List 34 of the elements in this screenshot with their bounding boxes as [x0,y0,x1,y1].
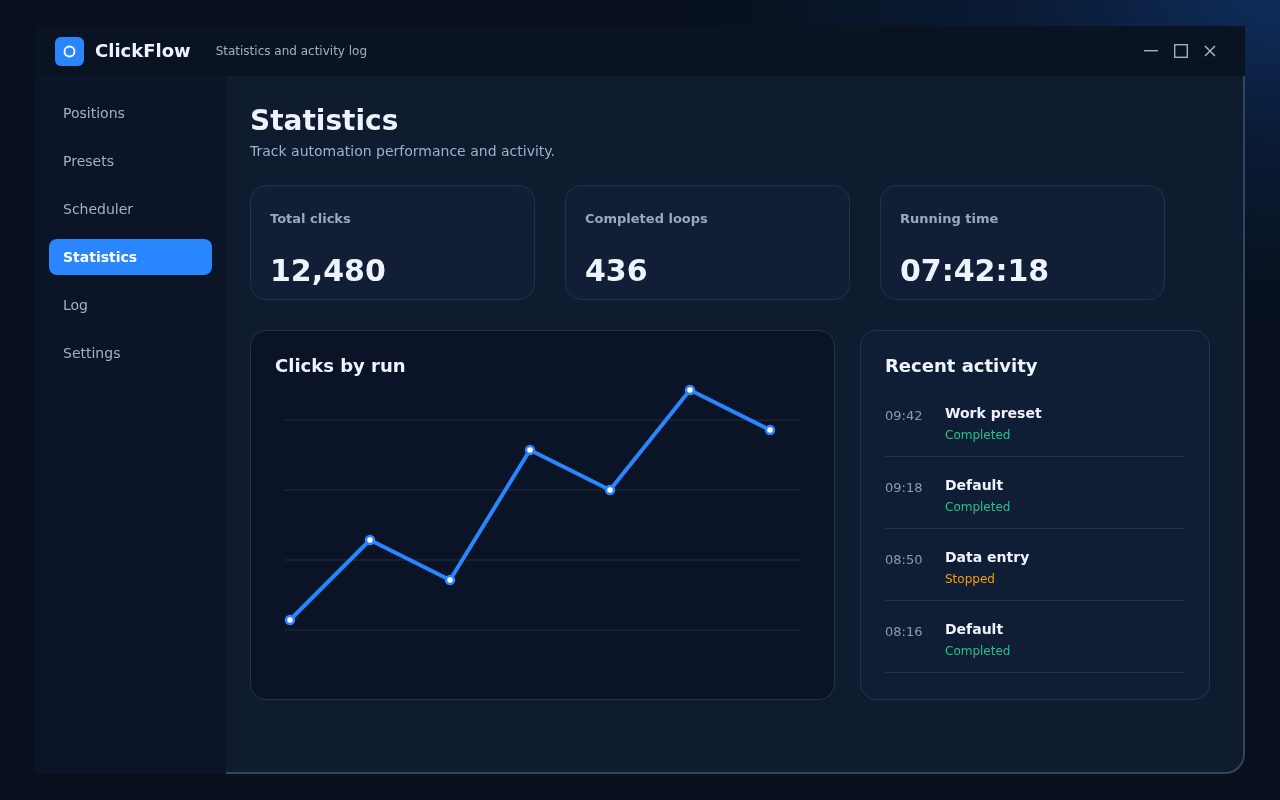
close-icon[interactable] [1204,45,1216,57]
activity-title: Recent activity [885,354,1038,378]
sidebar-item[interactable]: Positions [49,95,212,131]
activity-name: Default [945,620,1004,639]
app-name: ClickFlow [95,39,191,63]
minimize-icon[interactable] [1144,50,1158,52]
maximize-icon[interactable] [1174,44,1188,58]
activity-status: Completed [945,643,1011,659]
chart-title: Clicks by run [275,354,406,378]
sidebar-item[interactable]: Statistics [49,239,212,275]
activity-time: 08:16 [885,624,923,639]
page-title: Statistics [250,104,399,138]
sidebar-item[interactable]: Settings [49,335,212,371]
activity-status: Stopped [945,571,995,587]
stat-value: 07:42:18 [900,253,1050,289]
stat-value: 436 [585,253,648,289]
stat-label: Running time [900,210,999,228]
activity-name: Data entry [945,548,1030,567]
activity-time: 08:50 [885,552,923,567]
activity-status: Completed [945,499,1011,515]
stat-label: Total clicks [270,210,351,228]
sidebar-item[interactable]: Log [49,287,212,323]
sidebar-item[interactable]: Scheduler [49,191,212,227]
activity-name: Default [945,476,1004,495]
window-subtitle: Statistics and activity log [215,43,368,59]
stat-value: 12,480 [270,253,386,289]
stat-label: Completed loops [585,210,708,228]
page-subtitle: Track automation performance and activity. [250,142,556,161]
activity-status: Completed [945,427,1011,443]
activity-time: 09:42 [885,408,923,423]
activity-time: 09:18 [885,480,923,495]
logo-icon [55,36,84,66]
sidebar-item[interactable]: Presets [49,143,212,179]
activity-name: Work preset [945,404,1042,423]
